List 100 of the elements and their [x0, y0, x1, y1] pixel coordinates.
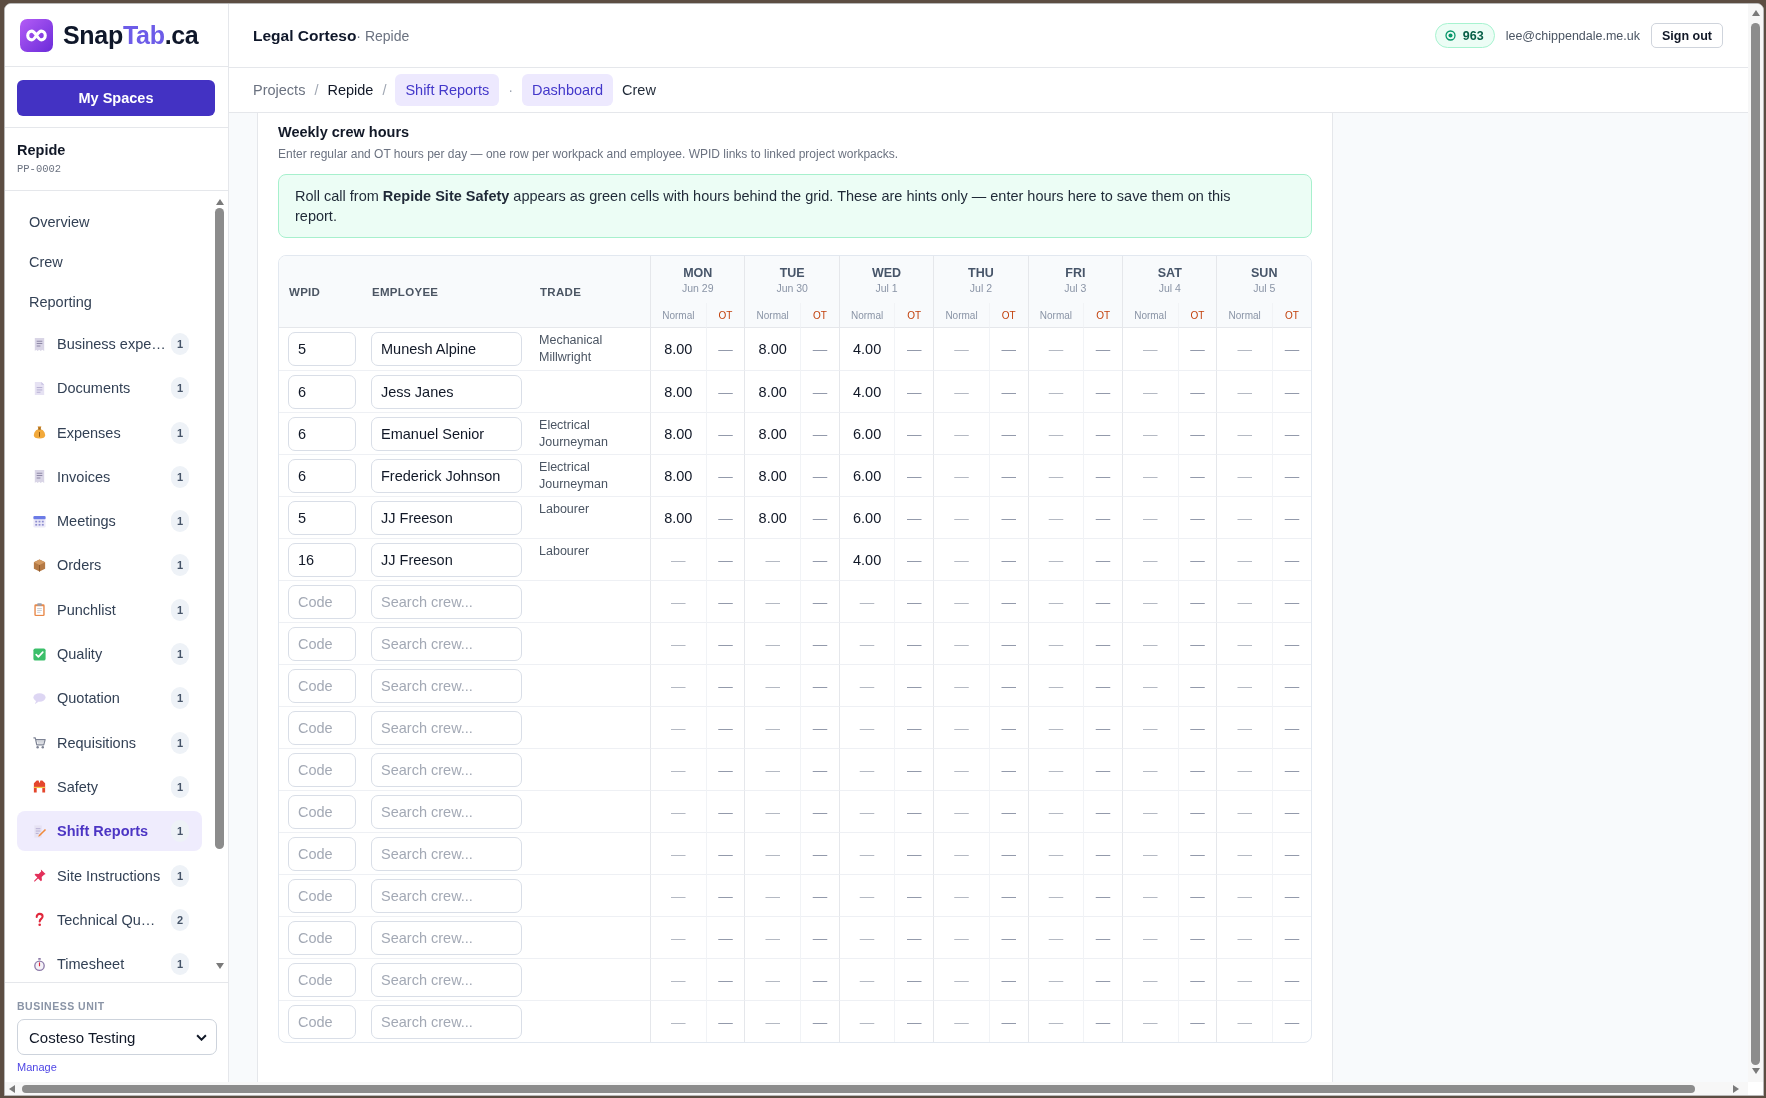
scrollbar-thumb[interactable]: [215, 208, 224, 849]
employee-field[interactable]: Search crew...: [371, 668, 522, 703]
nav-item[interactable]: Site Instructions 1: [17, 855, 202, 896]
employee-field[interactable]: JJ Freeson: [371, 500, 522, 535]
hours-cell: —: [744, 664, 800, 706]
tab[interactable]: Dashboard: [522, 74, 613, 106]
day-name: TUE: [778, 264, 806, 281]
hours-cell: —: [1122, 832, 1178, 874]
day-date: Jul 3: [1063, 280, 1088, 295]
nav-item[interactable]: Timesheet 1: [17, 944, 202, 982]
employee-field[interactable]: Search crew...: [371, 752, 522, 787]
employee-field[interactable]: Search crew...: [371, 878, 522, 913]
employee-field[interactable]: Search crew...: [371, 1004, 522, 1039]
nav-item[interactable]: Quotation 1: [17, 678, 202, 719]
nav-item[interactable]: Overview: [17, 202, 202, 242]
nav-item[interactable]: Invoices 1: [17, 456, 202, 497]
wpid-field[interactable]: Code: [288, 836, 356, 871]
hours-cell: —: [1027, 790, 1084, 832]
scroll-right-icon[interactable]: [1733, 1084, 1739, 1093]
wpid-field[interactable]: 6: [288, 416, 356, 451]
nav-item[interactable]: Quality 1: [17, 634, 202, 675]
hours-cell: —: [1216, 958, 1272, 1000]
employee-field[interactable]: Frederick Johnson: [371, 458, 522, 493]
employee-field[interactable]: Munesh Alpine: [371, 332, 522, 366]
hours-cell: —: [1216, 874, 1272, 916]
wpid-field[interactable]: Code: [288, 794, 356, 829]
wpid-field[interactable]: Code: [288, 878, 356, 913]
day-date: Jul 4: [1157, 280, 1182, 295]
employee-field[interactable]: Search crew...: [371, 836, 522, 871]
nav-item[interactable]: Requisitions 1: [17, 722, 202, 763]
nav-item[interactable]: Technical Qu… 2: [17, 899, 202, 940]
hours-cell: —: [838, 916, 895, 958]
wpid-field[interactable]: 6: [288, 458, 356, 493]
wpid-field[interactable]: Code: [288, 1004, 356, 1039]
scrollbar-thumb[interactable]: [1751, 23, 1760, 1065]
scrollbar-thumb[interactable]: [22, 1084, 1695, 1093]
wpid-field[interactable]: Code: [288, 710, 356, 745]
wpid-field[interactable]: 5: [288, 500, 356, 535]
scroll-left-icon[interactable]: [9, 1084, 15, 1093]
nav-item[interactable]: Orders 1: [17, 545, 202, 586]
employee-field[interactable]: Search crew...: [371, 962, 522, 997]
trade-text: Electrical Journeyman: [539, 417, 609, 451]
breadcrumb-link[interactable]: Shift Reports: [395, 74, 500, 106]
hours-cell: —: [744, 790, 800, 832]
tab[interactable]: Crew: [622, 82, 656, 98]
nav-item[interactable]: Documents 1: [17, 368, 202, 409]
hours-cell: —: [1271, 622, 1311, 664]
nav-item[interactable]: Expenses 1: [17, 412, 202, 453]
breadcrumb-link[interactable]: Projects: [253, 82, 306, 98]
manage-link[interactable]: Manage: [17, 1061, 57, 1074]
vertical-scrollbar[interactable]: [1748, 4, 1763, 1082]
breadcrumb-link[interactable]: Repide: [327, 82, 374, 98]
page-subtitle: · Repide: [356, 27, 410, 44]
money-bag-icon: [32, 425, 47, 441]
employee-field[interactable]: Emanuel Senior: [371, 416, 522, 451]
employee-field[interactable]: Search crew...: [371, 794, 522, 829]
hours-cell: —: [705, 832, 745, 874]
employee-field[interactable]: Search crew...: [371, 920, 522, 955]
count-badge: 1: [171, 687, 189, 710]
hours-cell: —: [1271, 958, 1311, 1000]
scroll-down-icon[interactable]: [1751, 1068, 1760, 1074]
wpid-field[interactable]: Code: [288, 668, 356, 703]
wpid-field[interactable]: 5: [288, 332, 356, 366]
my-spaces-button[interactable]: My Spaces: [17, 80, 215, 116]
wpid-field[interactable]: Code: [288, 962, 356, 997]
wpid-field[interactable]: Code: [288, 920, 356, 955]
employee-field[interactable]: Search crew...: [371, 626, 522, 661]
business-unit-select[interactable]: Costeso Testing: [17, 1019, 217, 1055]
employee-field[interactable]: Search crew...: [371, 710, 522, 745]
nav-item[interactable]: Crew: [17, 242, 202, 282]
nav-item[interactable]: Business expe… 1: [17, 324, 202, 364]
horizontal-scrollbar[interactable]: [5, 1082, 1748, 1095]
scroll-up-icon[interactable]: [215, 199, 224, 205]
nav-item[interactable]: Meetings 1: [17, 501, 202, 542]
nav-item[interactable]: Punchlist 1: [17, 589, 202, 630]
hours-cell: —: [1271, 580, 1311, 622]
nav-item[interactable]: Safety 1: [17, 766, 202, 807]
hours-cell: —: [1216, 370, 1272, 412]
employee-field[interactable]: Jess Janes: [371, 374, 522, 409]
hours-cell: —: [1271, 748, 1311, 790]
scroll-down-icon[interactable]: [215, 963, 224, 969]
hours-cell: 8.00: [744, 454, 800, 496]
nav-item[interactable]: Shift Reports 1: [17, 811, 202, 852]
wpid-field[interactable]: Code: [288, 584, 356, 619]
wpid-field[interactable]: Code: [288, 752, 356, 787]
employee-field[interactable]: JJ Freeson: [371, 542, 522, 577]
wpid-field[interactable]: 6: [288, 374, 356, 409]
hours-cell: —: [799, 580, 839, 622]
hours-cell: —: [838, 1000, 895, 1042]
wpid-field[interactable]: 16: [288, 542, 356, 577]
nav-item[interactable]: Reporting: [17, 282, 202, 322]
scroll-up-icon[interactable]: [1751, 10, 1760, 16]
employee-field[interactable]: Search crew...: [371, 584, 522, 619]
hours-cell: —: [1177, 832, 1217, 874]
hours-cell: —: [1271, 664, 1311, 706]
sign-out-button[interactable]: Sign out: [1651, 23, 1723, 48]
hours-cell: —: [1083, 832, 1123, 874]
breadcrumb-separator: ·: [508, 82, 514, 98]
wpid-field[interactable]: Code: [288, 626, 356, 661]
speech-bubble-icon: [32, 690, 47, 706]
